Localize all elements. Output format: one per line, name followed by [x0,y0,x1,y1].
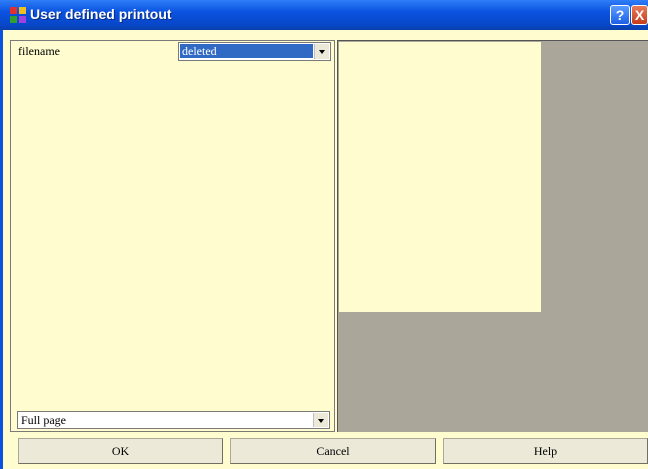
cancel-button[interactable]: Cancel [230,438,436,464]
filename-label: filename [18,44,60,58]
window-title: User defined printout [30,6,172,22]
preview-page [339,42,541,312]
filename-dropdown[interactable]: deleted [178,42,331,61]
ok-button[interactable]: OK [18,438,223,464]
chevron-down-icon[interactable] [313,413,328,427]
filename-dropdown-value: deleted [180,44,313,58]
page-scope-dropdown-value: Full page [21,413,66,427]
help-title-button[interactable]: ? [610,5,630,25]
app-icon [10,7,26,23]
chevron-down-icon[interactable] [314,44,329,59]
page-scope-dropdown[interactable]: Full page [17,411,330,429]
close-icon[interactable]: X [631,5,648,25]
dialog-window: User defined printout ? X filename delet… [0,0,648,469]
help-button[interactable]: Help [443,438,648,464]
title-bar[interactable]: User defined printout ? X [0,0,648,30]
settings-panel [10,40,335,432]
